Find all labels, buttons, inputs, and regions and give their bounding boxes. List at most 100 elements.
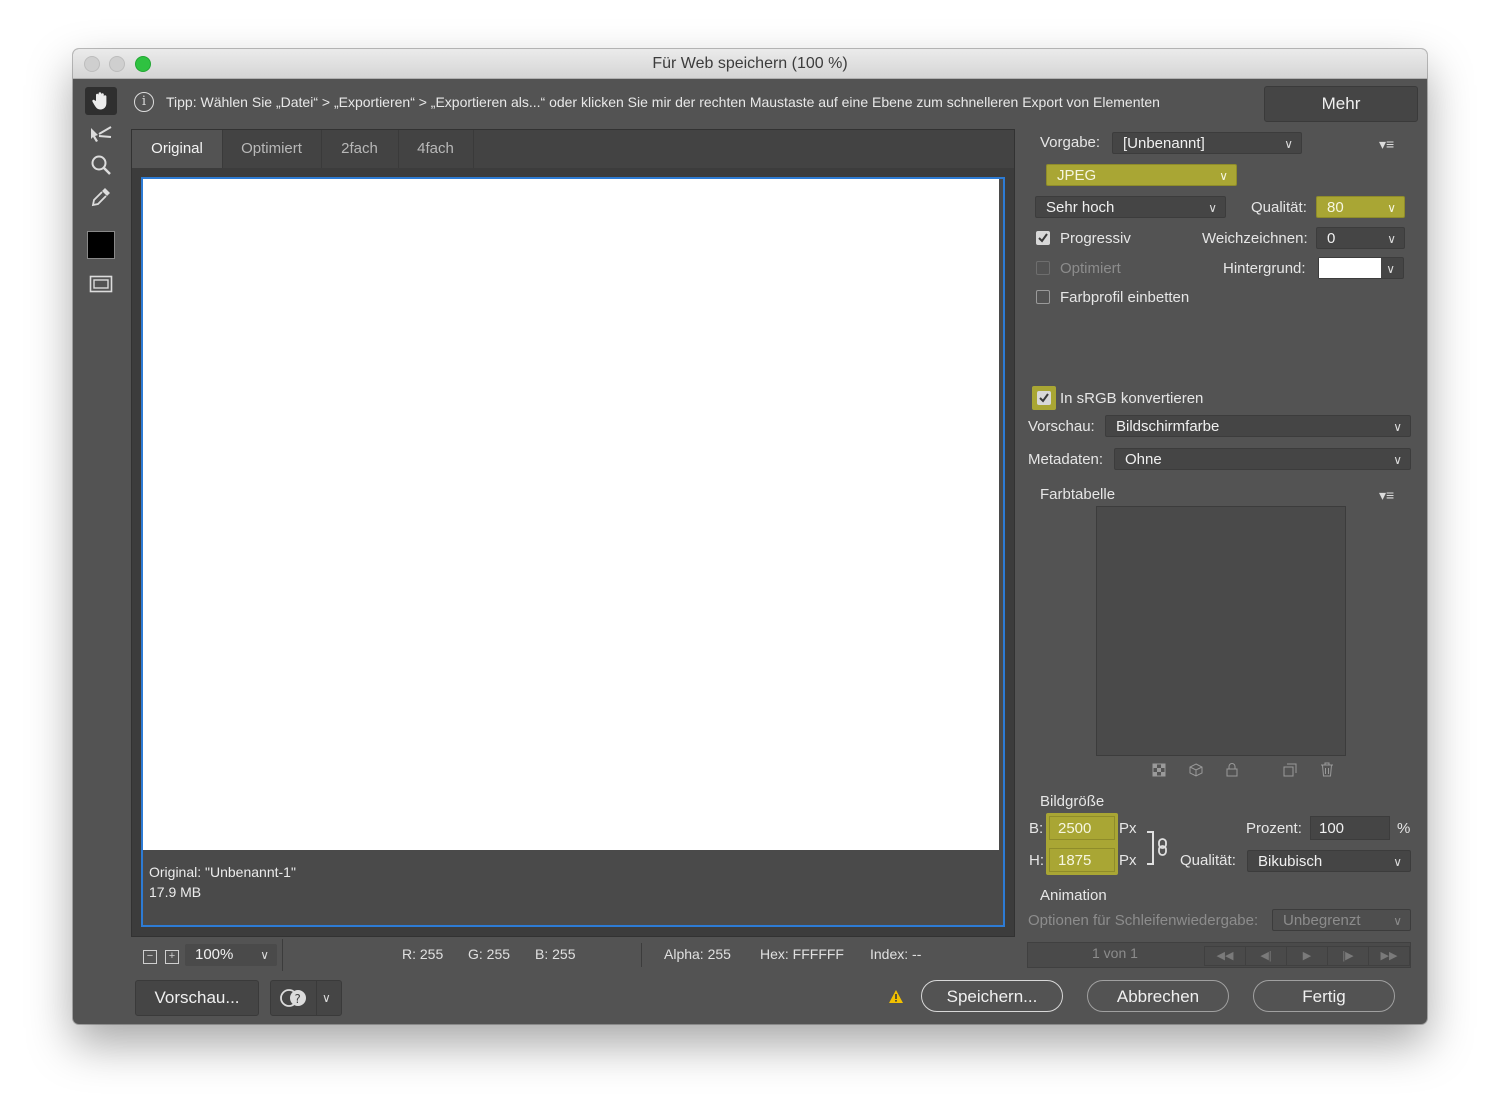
zoom-icon: [91, 155, 111, 175]
color-table[interactable]: [1096, 506, 1346, 756]
chevron-down-icon: ∨: [1393, 914, 1402, 928]
slices-visibility-toggle[interactable]: [85, 270, 117, 298]
color-table-menu-icon[interactable]: ▾≡: [1379, 487, 1394, 504]
percent-input[interactable]: 100: [1310, 816, 1390, 840]
optimized-checkbox[interactable]: [1036, 261, 1050, 275]
frame-counter: 1 von 1: [1092, 945, 1138, 961]
info-icon: i: [134, 92, 154, 112]
file-format-value: JPEG: [1057, 167, 1097, 184]
play-button[interactable]: ▶: [1286, 946, 1328, 966]
width-input[interactable]: 2500: [1049, 816, 1115, 840]
first-frame-button[interactable]: ◀◀: [1204, 946, 1246, 966]
file-format-select[interactable]: JPEG ∨: [1046, 164, 1237, 186]
embed-profile-checkbox[interactable]: [1036, 290, 1050, 304]
slice-select-icon: [91, 126, 112, 142]
previous-frame-button[interactable]: ◀|: [1245, 946, 1287, 966]
animation-heading: Animation: [1040, 887, 1107, 904]
more-button[interactable]: Mehr: [1264, 86, 1418, 122]
chevron-down-icon: ∨: [322, 991, 331, 1005]
alpha-value: Alpha: 255: [664, 946, 731, 962]
cancel-button[interactable]: Abbrechen: [1087, 980, 1229, 1012]
done-button[interactable]: Fertig: [1253, 980, 1395, 1012]
last-frame-button[interactable]: ▶▶: [1368, 946, 1410, 966]
tab-4up[interactable]: 4fach: [398, 130, 474, 168]
blur-value: 0: [1327, 230, 1336, 247]
window-title: Für Web speichern (100 %): [652, 55, 848, 72]
web-shift-icon[interactable]: [1189, 763, 1203, 777]
quality-input[interactable]: 80 ∨: [1316, 196, 1405, 218]
hex-value: Hex: FFFFFF: [760, 946, 844, 962]
height-input[interactable]: 1875: [1049, 848, 1115, 872]
image-canvas[interactable]: [143, 179, 999, 850]
chevron-down-icon: ∨: [1393, 420, 1402, 434]
blur-input[interactable]: 0 ∨: [1316, 227, 1405, 249]
settings-menu-icon[interactable]: ▾≡: [1379, 136, 1394, 153]
slice-select-tool[interactable]: [85, 120, 117, 148]
image-preview-frame[interactable]: Original: "Unbenannt-1" 17.9 MB: [141, 177, 1005, 927]
tip-text: Tipp: Wählen Sie „Datei“ > „Exportieren“…: [166, 94, 1160, 110]
percent-label: Prozent:: [1246, 820, 1302, 837]
zoom-out-button[interactable]: −: [143, 950, 157, 964]
green-value: G: 255: [468, 946, 511, 962]
lock-color-icon[interactable]: [1225, 762, 1239, 777]
slices-toggle-icon: [89, 275, 113, 293]
chevron-down-icon: ∨: [1284, 137, 1293, 151]
resample-quality-value: Bikubisch: [1258, 853, 1323, 870]
eyedropper-icon: [91, 188, 110, 207]
height-label: H:: [1029, 852, 1044, 869]
srgb-checkbox[interactable]: [1037, 391, 1051, 405]
optimized-label: Optimiert: [1060, 260, 1121, 277]
tab-2up[interactable]: 2fach: [321, 130, 399, 168]
quality-value: 80: [1327, 199, 1344, 216]
browser-icon: ?: [280, 989, 306, 1007]
blur-label: Weichzeichnen:: [1202, 230, 1308, 247]
loop-options-select[interactable]: Unbegrenzt ∨: [1272, 909, 1411, 931]
tab-optimized[interactable]: Optimiert: [222, 130, 322, 168]
tab-original[interactable]: Original: [132, 130, 223, 168]
srgb-checkbox-highlight[interactable]: [1032, 386, 1056, 410]
trash-icon[interactable]: [1320, 762, 1334, 777]
checkmark-icon: [1038, 233, 1048, 243]
zoom-in-button[interactable]: +: [165, 950, 179, 964]
chevron-down-icon: ∨: [1387, 232, 1396, 246]
constrain-proportions-icon[interactable]: [1145, 830, 1171, 866]
preview-value: Bildschirmfarbe: [1116, 418, 1220, 435]
preview-label: Vorschau:: [1028, 418, 1095, 435]
title-bar: Für Web speichern (100 %): [73, 49, 1427, 79]
image-view-panel: Original Optimiert 2fach 4fach Original:…: [131, 129, 1015, 937]
checkmark-icon: [1039, 393, 1049, 403]
zoom-tool[interactable]: [85, 151, 117, 179]
resample-quality-select[interactable]: Bikubisch ∨: [1247, 850, 1411, 872]
new-color-icon[interactable]: [1283, 763, 1297, 777]
height-unit: Px: [1119, 852, 1137, 869]
metadata-select[interactable]: Ohne ∨: [1114, 448, 1411, 470]
chevron-down-icon: ∨: [1393, 855, 1402, 869]
hand-icon: [92, 92, 107, 110]
loop-options-label: Optionen für Schleifenwiedergabe:: [1028, 912, 1259, 929]
preview-button[interactable]: Vorschau...: [135, 980, 259, 1016]
srgb-label: In sRGB konvertieren: [1060, 390, 1204, 407]
next-frame-button[interactable]: |▶: [1327, 946, 1369, 966]
quality-preset-select[interactable]: Sehr hoch ∨: [1035, 196, 1226, 218]
image-caption: Original: "Unbenannt-1" 17.9 MB: [149, 862, 296, 902]
preset-select[interactable]: [Unbenannt] ∨: [1112, 132, 1302, 154]
width-label: B:: [1029, 820, 1044, 837]
blue-value: B: 255: [535, 946, 576, 962]
eyedropper-color-swatch[interactable]: [85, 231, 117, 259]
progressive-checkbox[interactable]: [1036, 231, 1050, 245]
index-value: Index: --: [870, 946, 922, 962]
browser-preview-button[interactable]: ? ∨: [270, 980, 342, 1016]
width-unit: Px: [1119, 820, 1137, 837]
map-to-transparent-icon[interactable]: [1152, 763, 1166, 777]
zoom-level-select[interactable]: 100% ∨: [185, 944, 277, 966]
preview-select[interactable]: Bildschirmfarbe ∨: [1105, 415, 1411, 437]
tool-palette: [82, 85, 122, 315]
image-size-heading: Bildgröße: [1040, 793, 1105, 810]
save-button[interactable]: Speichern...: [921, 980, 1063, 1012]
zoom-level-value: 100%: [195, 946, 234, 963]
matte-select[interactable]: ∨: [1318, 257, 1404, 279]
preset-label: Vorgabe:: [1040, 134, 1101, 151]
eyedropper-tool[interactable]: [85, 183, 117, 211]
hand-tool[interactable]: [85, 87, 117, 115]
chevron-down-icon: ∨: [1208, 201, 1217, 215]
